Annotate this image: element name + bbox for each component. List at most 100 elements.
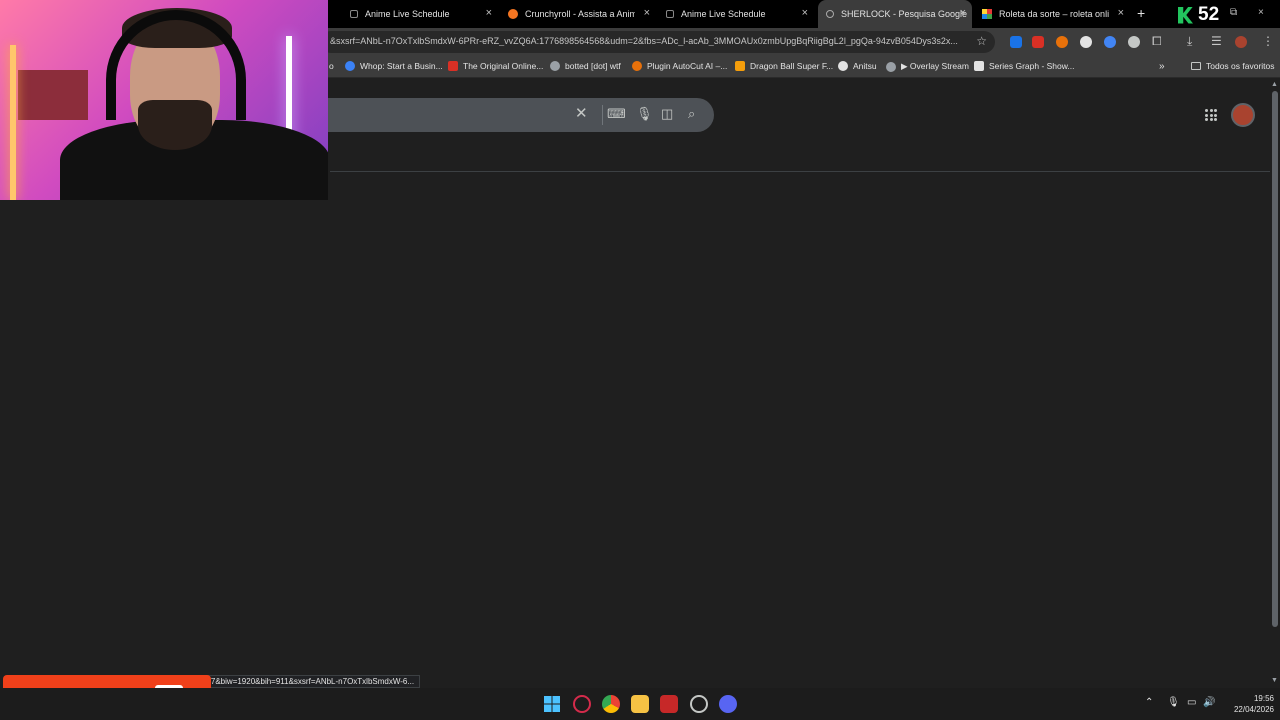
new-tab-button[interactable]: + — [1137, 5, 1145, 21]
tab-title: Anime Live Schedule — [365, 9, 450, 19]
bookmark-label: Series Graph - Show... — [989, 61, 1075, 71]
chrome-icon[interactable] — [602, 695, 620, 713]
tab-title: Anime Live Schedule — [681, 9, 766, 19]
tab-title: Crunchyroll - Assista a Animes — [525, 9, 635, 19]
keyboard-icon[interactable]: ⌨ — [607, 106, 626, 122]
tab-title: Roleta da sorte – roleta online — [999, 9, 1109, 19]
extension-icon[interactable] — [1080, 36, 1092, 48]
search-input[interactable]: ✕ ⌨ 🎙 ◫ ⌕ — [300, 98, 714, 132]
autocut-icon — [632, 61, 642, 71]
wheel-icon — [982, 9, 992, 19]
bookmark-label: ▶ Overlay Stream — [901, 61, 969, 71]
close-icon[interactable]: × — [960, 7, 966, 19]
extension-icon[interactable] — [1010, 36, 1022, 48]
file-explorer-icon[interactable] — [631, 695, 649, 713]
bookmarks-overflow-button[interactable]: » — [1159, 61, 1165, 72]
discord-icon[interactable] — [719, 695, 737, 713]
taskbar: ⌃ 🎙 ▭ 🔊 19:56 22/04/2026 — [0, 688, 1280, 720]
bookmark-item[interactable]: Plugin AutoCut AI –... — [632, 61, 727, 71]
windows-start-icon[interactable] — [544, 696, 560, 712]
tab-anime-live-schedule-2[interactable]: Anime Live Schedule × — [658, 0, 814, 28]
opera-icon[interactable] — [573, 695, 591, 713]
lens-icon[interactable]: ◫ — [661, 106, 673, 122]
google-icon — [826, 10, 834, 18]
all-bookmarks-folder[interactable]: Todos os favoritos — [1191, 61, 1275, 71]
results-divider — [330, 171, 1270, 172]
bookmark-item[interactable]: Series Graph - Show... — [974, 61, 1075, 71]
kick-count: 52 — [1198, 4, 1220, 25]
dragon-ball-icon — [735, 61, 745, 71]
clock-date: 22/04/2026 — [1233, 705, 1274, 714]
system-clock[interactable]: 19:56 22/04/2026 — [1222, 693, 1274, 715]
bookmark-label: Anitsu — [853, 61, 877, 71]
address-url[interactable]: &sxsrf=ANbL-n7OxTxlbSmdxW-6PRr-eRZ_vvZQ6… — [330, 36, 964, 46]
kick-logo-icon — [1178, 6, 1193, 24]
bookmark-label: Todos os favoritos — [1206, 61, 1275, 71]
window-close-icon[interactable]: × — [1258, 7, 1264, 18]
bookmark-label: Plugin AutoCut AI –... — [647, 61, 728, 71]
tab-roleta[interactable]: Roleta da sorte – roleta online × — [974, 0, 1130, 28]
bookmark-item[interactable]: o — [329, 61, 334, 71]
address-bar[interactable]: &sxsrf=ANbL-n7OxTxlbSmdxW-6PRr-eRZ_vvZQ6… — [320, 31, 995, 53]
obs-icon[interactable] — [690, 695, 708, 713]
bookmark-star-icon[interactable]: ☆ — [976, 34, 987, 48]
microphone-icon[interactable]: 🎙 — [636, 106, 653, 122]
streaming-app-icon[interactable] — [660, 695, 678, 713]
bookmark-item[interactable]: ▶ Overlay Stream — [886, 61, 969, 72]
dot-icon — [350, 10, 358, 18]
bookmark-item[interactable]: Anitsu — [838, 61, 877, 71]
series-graph-icon — [974, 61, 984, 71]
microphone-tray-icon[interactable]: 🎙 — [1167, 697, 1180, 708]
close-icon[interactable]: × — [644, 7, 650, 19]
bookmark-label: botted [dot] wtf — [565, 61, 621, 71]
tab-sherlock-google[interactable]: SHERLOCK - Pesquisa Google × — [818, 0, 972, 28]
extension-icon[interactable] — [1032, 36, 1044, 48]
bookmark-item[interactable]: The Original Online... — [448, 61, 543, 71]
page-scrollbar[interactable]: ▲ ▼ — [1270, 79, 1280, 688]
google-account-avatar[interactable] — [1231, 103, 1255, 127]
bookmark-favicon-icon — [550, 61, 560, 71]
scroll-down-icon[interactable]: ▼ — [1271, 677, 1278, 684]
menu-kebab-icon[interactable]: ⋮ — [1262, 34, 1274, 48]
tab-crunchyroll[interactable]: Crunchyroll - Assista a Animes × — [500, 0, 656, 28]
volume-icon[interactable]: 🔊 — [1203, 697, 1215, 708]
bookmark-item[interactable]: botted [dot] wtf — [550, 61, 621, 71]
scroll-thumb[interactable] — [1272, 91, 1278, 627]
clock-time: 19:56 — [1253, 694, 1274, 703]
bookmark-item[interactable]: Dragon Ball Super F... — [735, 61, 833, 71]
reading-list-icon[interactable]: ☰ — [1211, 34, 1222, 48]
scroll-up-icon[interactable]: ▲ — [1271, 81, 1278, 88]
restore-icon[interactable]: ⧉ — [1230, 7, 1237, 18]
tab-title: SHERLOCK - Pesquisa Google — [841, 9, 968, 19]
tray-expand-icon[interactable]: ⌃ — [1145, 697, 1153, 708]
link-status-url: 347&biw=1920&bih=911&sxsrf=ANbL-n7OxTxlb… — [196, 675, 421, 688]
bookmark-item[interactable]: Whop: Start a Busin... — [345, 61, 443, 71]
bookmark-favicon-icon — [448, 61, 458, 71]
webcam-overlay — [0, 0, 328, 200]
extension-icon[interactable] — [1056, 36, 1068, 48]
bookmark-label: Dragon Ball Super F... — [750, 61, 834, 71]
extension-icon[interactable] — [1104, 36, 1116, 48]
google-apps-icon[interactable] — [1205, 109, 1217, 121]
network-icon[interactable]: ▭ — [1187, 697, 1196, 708]
tab-anime-live-schedule-1[interactable]: Anime Live Schedule × — [342, 0, 498, 28]
profile-avatar[interactable] — [1235, 36, 1247, 48]
close-icon[interactable]: × — [1118, 7, 1124, 19]
close-icon[interactable]: × — [486, 7, 492, 19]
anitsu-icon — [838, 61, 848, 71]
screen: × Anime Live Schedule × Crunchyroll - As… — [0, 0, 1280, 720]
extension-icon[interactable] — [1128, 36, 1140, 48]
download-icon[interactable]: ⤓ — [1187, 34, 1192, 49]
dot-icon — [666, 10, 674, 18]
folder-icon — [1191, 62, 1201, 70]
search-icon[interactable]: ⌕ — [688, 106, 695, 122]
bookmark-label: Whop: Start a Busin... — [360, 61, 443, 71]
puzzle-extensions-icon[interactable]: ⧠ — [1152, 34, 1162, 49]
kick-badge: 52 — [1178, 4, 1219, 26]
clear-search-icon[interactable]: ✕ — [575, 104, 588, 122]
search-divider — [602, 105, 603, 125]
bookmark-label: The Original Online... — [463, 61, 544, 71]
bookmark-label: o — [329, 61, 334, 71]
close-icon[interactable]: × — [802, 7, 808, 19]
whop-icon — [345, 61, 355, 71]
